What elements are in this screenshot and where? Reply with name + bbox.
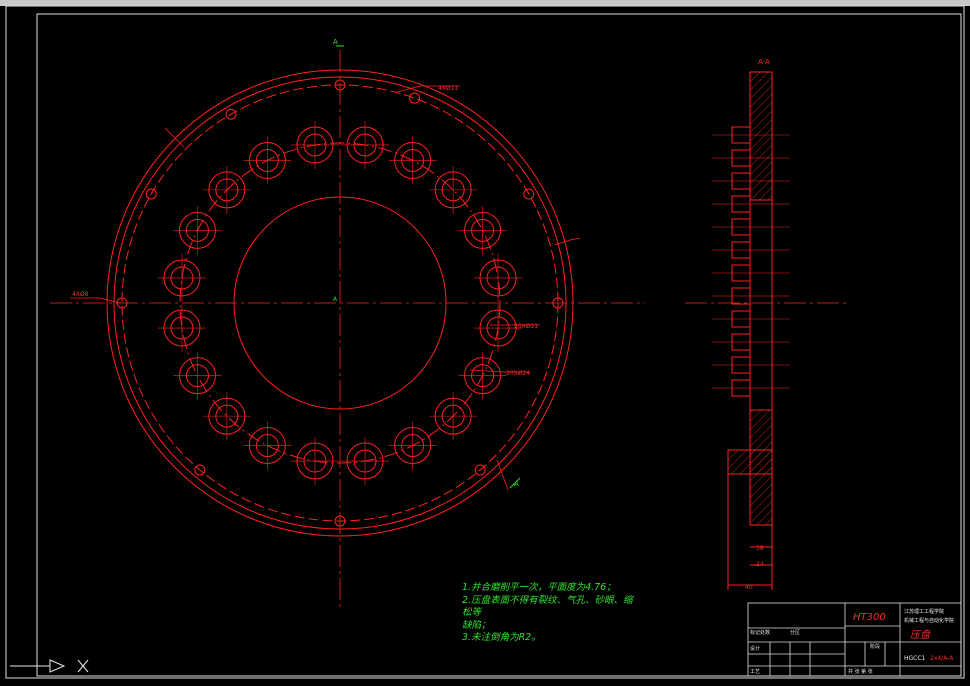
bolt-hole (458, 351, 507, 400)
side-section-view (712, 71, 790, 590)
dim-side-mid: 24 (756, 561, 764, 568)
title-row-a: 标记处数 (750, 629, 770, 636)
title-drawing-no-suffix: 2x4/A-A (930, 655, 954, 662)
note-line-2: 2.压盘表面不得有裂纹、气孔、砂眼、缩松等 (462, 594, 633, 619)
view-marker-center: A (333, 296, 338, 303)
bolt-hole (429, 392, 478, 441)
bolt-hole (157, 253, 206, 302)
dim-bolt-circle-1: 20XØ21 (514, 323, 538, 330)
note-line-3: 缺陷； (462, 619, 491, 631)
bolt-hole (243, 421, 292, 470)
bolt-hole (202, 165, 251, 214)
leader-lower-right (496, 459, 509, 491)
bolt-hole (290, 120, 339, 169)
bolt-hole (429, 165, 478, 214)
dim-hole-left: 4XØ8 (72, 291, 89, 298)
bolt-hole (388, 421, 437, 470)
dim-hole-top: 4XØ11 (438, 85, 458, 92)
bolt-hole (458, 206, 507, 255)
title-part-name: 压盘 (910, 629, 931, 641)
technical-notes: 1.并合磨削平一次，平面度为4.76； 2.压盘表面不得有裂纹、气孔、砂眼、缩松… (462, 582, 642, 645)
view-marker-bottom: A (514, 480, 519, 488)
bolt-hole (290, 437, 339, 486)
title-stage: 阶段 (870, 643, 880, 650)
note-line-4: 3.未注倒角为R2。 (462, 632, 541, 643)
bolt-hole (173, 351, 222, 400)
leader-left (70, 297, 121, 304)
bolt-hole (341, 120, 390, 169)
leader-upper-left (164, 127, 185, 148)
bolt-hole (341, 437, 390, 486)
section-label: A-A (758, 58, 770, 66)
dim-side-small: 38 (756, 545, 764, 552)
leader-rim-right (554, 237, 581, 246)
bolt-hole (243, 136, 292, 185)
title-row-d: 工艺 (750, 669, 760, 675)
title-school: 江苏理工工程学院 (904, 608, 944, 615)
bolt-hole (173, 206, 222, 255)
drawing-text: A-A A A A 4XØ11 4XØ8 20XØ21 20XØ24 38 24… (72, 38, 954, 675)
view-marker-top: A (333, 38, 338, 46)
ucs-icon (10, 659, 89, 673)
note-line-1: 1.并合磨削平一次，平面度为4.76； (462, 582, 616, 593)
bolt-hole (388, 136, 437, 185)
side-flange (727, 449, 773, 475)
title-dept: 机械工程与自动化学院 (904, 617, 954, 624)
bolt-hole (202, 392, 251, 441)
outer-frame (5, 5, 965, 679)
section-markers (336, 45, 521, 489)
bolt-hole (474, 253, 523, 302)
rim-hole (409, 92, 421, 104)
title-row-c: 设计 (750, 645, 760, 652)
center-lines (50, 50, 850, 610)
title-drawing-no: HGCC1 (904, 655, 926, 662)
bolt-hole (157, 304, 206, 353)
dim-bolt-circle-2: 20XØ24 (506, 370, 530, 377)
dim-side-bottom: 40 (745, 584, 753, 591)
title-row-e: 共 张 第 张 (848, 668, 873, 675)
title-row-b: 分区 (790, 629, 800, 636)
title-material: HT300 (853, 612, 886, 623)
